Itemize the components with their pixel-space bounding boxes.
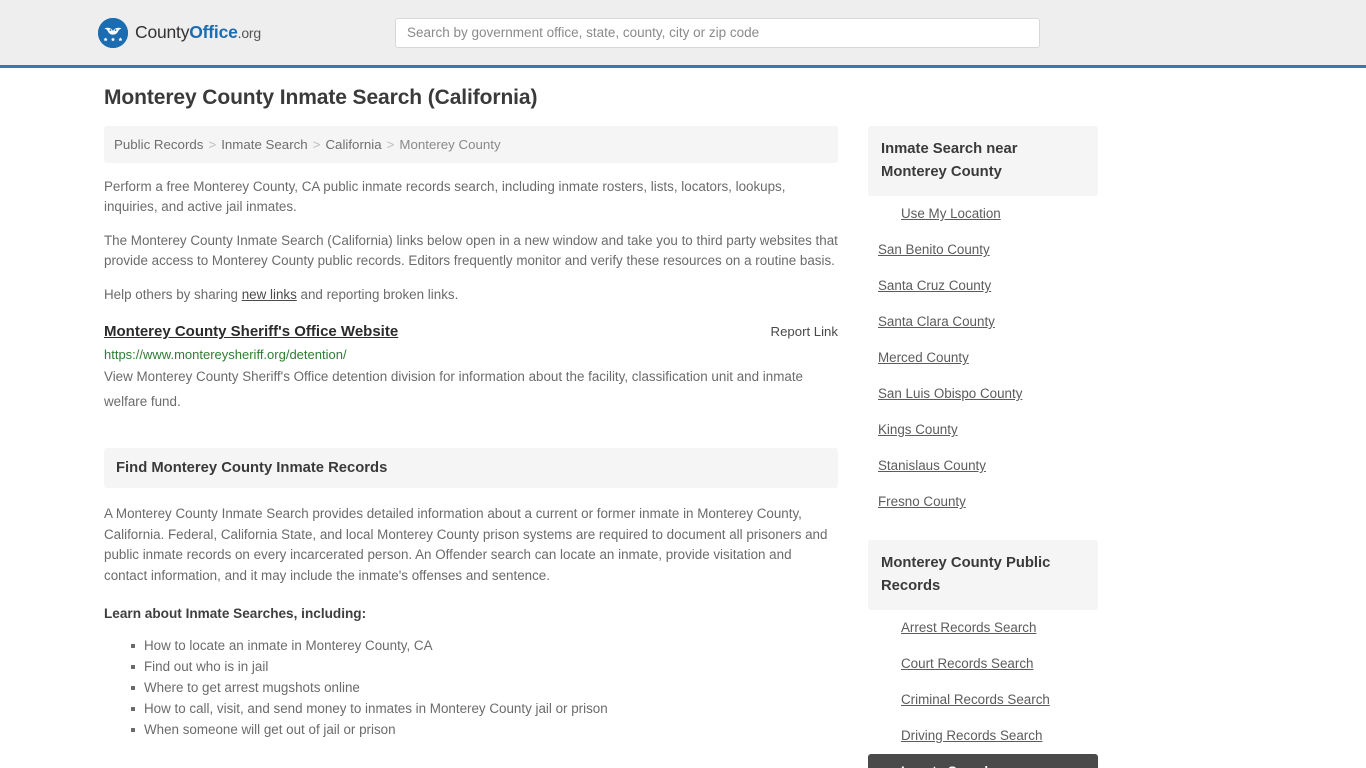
list-item: Kings County [868, 412, 1098, 448]
sidebar-item-kings-county[interactable]: Kings County [868, 412, 1098, 448]
learn-about-list: How to locate an inmate in Monterey Coun… [104, 635, 838, 740]
content-columns: Public Records > Inmate Search > California >… [98, 126, 1268, 768]
list-item: Where to get arrest mugshots online [131, 677, 838, 698]
list-item: Arrest Records Search [868, 610, 1098, 646]
sidebar-item-san-benito-county[interactable]: San Benito County [868, 232, 1098, 268]
breadcrumb: Public Records > Inmate Search > California >… [104, 126, 838, 164]
sidebar-item-stanislaus-county[interactable]: Stanislaus County [868, 448, 1098, 484]
sidebar-item-santa-cruz-county[interactable]: Santa Cruz County [868, 268, 1098, 304]
result-url[interactable]: https://www.montereysheriff.org/detentio… [104, 347, 838, 362]
sidebar-public-records-header: Monterey County Public Records [868, 540, 1098, 610]
list-item: Stanislaus County [868, 448, 1098, 484]
search-input[interactable] [395, 17, 1040, 48]
find-records-heading: Find Monterey County Inmate Records [116, 460, 388, 477]
list-item: Santa Cruz County [868, 268, 1098, 304]
list-item: Find out who is in jail [131, 656, 838, 677]
intro-paragraph-2: The Monterey County Inmate Search (Calif… [104, 233, 838, 269]
breadcrumb-item-public-records[interactable]: Public Records [114, 137, 203, 152]
result-item: Monterey County Sheriff's Office Website… [104, 323, 838, 414]
sidebar-public-records-list: Arrest Records Search Court Records Sear… [868, 610, 1098, 768]
intro-paragraph-3: Help others by sharing new links and rep… [104, 285, 838, 305]
sidebar-item-court-records-search[interactable]: Court Records Search [868, 646, 1098, 682]
result-title-link[interactable]: Monterey County Sheriff's Office Website [104, 323, 398, 340]
brand-text-org: .org [237, 25, 262, 41]
sidebar-item-driving-records-search[interactable]: Driving Records Search [868, 718, 1098, 754]
sidebar-item-merced-county[interactable]: Merced County [868, 340, 1098, 376]
list-item: Criminal Records Search [868, 682, 1098, 718]
list-item: How to locate an inmate in Monterey Coun… [131, 635, 838, 656]
search-container [395, 17, 1040, 48]
share-text-after: and reporting broken links. [296, 287, 459, 303]
main-column: Public Records > Inmate Search > California >… [104, 126, 838, 740]
find-records-body: A Monterey County Inmate Search provides… [104, 506, 828, 583]
breadcrumb-separator: > [208, 137, 217, 152]
brand-text-office: Office [189, 22, 238, 42]
share-text-before: Help others by sharing [104, 287, 242, 303]
list-item: San Luis Obispo County [868, 376, 1098, 412]
eagle-seal-logo-icon [98, 17, 128, 48]
sidebar-item-fresno-county[interactable]: Fresno County [868, 484, 1098, 520]
breadcrumb-separator: > [386, 137, 395, 152]
brand-text-county: County [135, 22, 190, 42]
list-item: How to call, visit, and send money to in… [131, 698, 838, 719]
list-item: San Benito County [868, 232, 1098, 268]
result-header-row: Monterey County Sheriff's Office Website… [104, 323, 838, 340]
breadcrumb-item-california[interactable]: California [325, 137, 381, 152]
new-links-link[interactable]: new links [242, 287, 297, 302]
header-inner: CountyOffice.org [98, 0, 1268, 65]
breadcrumb-item-monterey-county: Monterey County [399, 137, 501, 152]
site-header: CountyOffice.org [0, 0, 1366, 68]
list-item: Inmate Search [868, 754, 1098, 768]
breadcrumb-item-inmate-search[interactable]: Inmate Search [221, 137, 307, 152]
breadcrumb-separator: > [312, 137, 321, 152]
sidebar-item-criminal-records-search[interactable]: Criminal Records Search [868, 682, 1098, 718]
list-item: Use My Location [868, 196, 1098, 232]
sidebar-public-records-heading: Monterey County Public Records [881, 555, 1051, 594]
list-item: Court Records Search [868, 646, 1098, 682]
list-item: Fresno County [868, 484, 1098, 520]
sidebar-item-inmate-search[interactable]: Inmate Search [868, 754, 1098, 768]
sidebar-item-use-my-location[interactable]: Use My Location [868, 196, 1098, 232]
list-item: Driving Records Search [868, 718, 1098, 754]
brand-wordmark: CountyOffice.org [135, 22, 261, 43]
sidebar-nearby-heading: Inmate Search near Monterey County [881, 141, 1018, 180]
result-description: View Monterey County Sheriff's Office de… [104, 369, 803, 410]
find-records-section-header: Find Monterey County Inmate Records [104, 448, 838, 489]
intro-paragraph-1: Perform a free Monterey County, CA publi… [104, 179, 786, 215]
report-link-button[interactable]: Report Link [771, 324, 838, 339]
sidebar-item-santa-clara-county[interactable]: Santa Clara County [868, 304, 1098, 340]
sidebar-nearby-list: Use My Location San Benito County Santa … [868, 196, 1098, 520]
page-title: Monterey County Inmate Search (Californi… [104, 86, 538, 109]
list-item: Merced County [868, 340, 1098, 376]
learn-about-heading: Learn about Inmate Searches, including: [104, 606, 367, 622]
list-item: When someone will get out of jail or pri… [131, 719, 838, 740]
sidebar: Inmate Search near Monterey County Use M… [868, 126, 1098, 768]
list-item: Santa Clara County [868, 304, 1098, 340]
sidebar-item-arrest-records-search[interactable]: Arrest Records Search [868, 610, 1098, 646]
brand-logo-link[interactable]: CountyOffice.org [98, 17, 261, 48]
page-container: Monterey County Inmate Search (Californi… [98, 68, 1268, 768]
sidebar-nearby-header: Inmate Search near Monterey County [868, 126, 1098, 196]
sidebar-item-san-luis-obispo-county[interactable]: San Luis Obispo County [868, 376, 1098, 412]
